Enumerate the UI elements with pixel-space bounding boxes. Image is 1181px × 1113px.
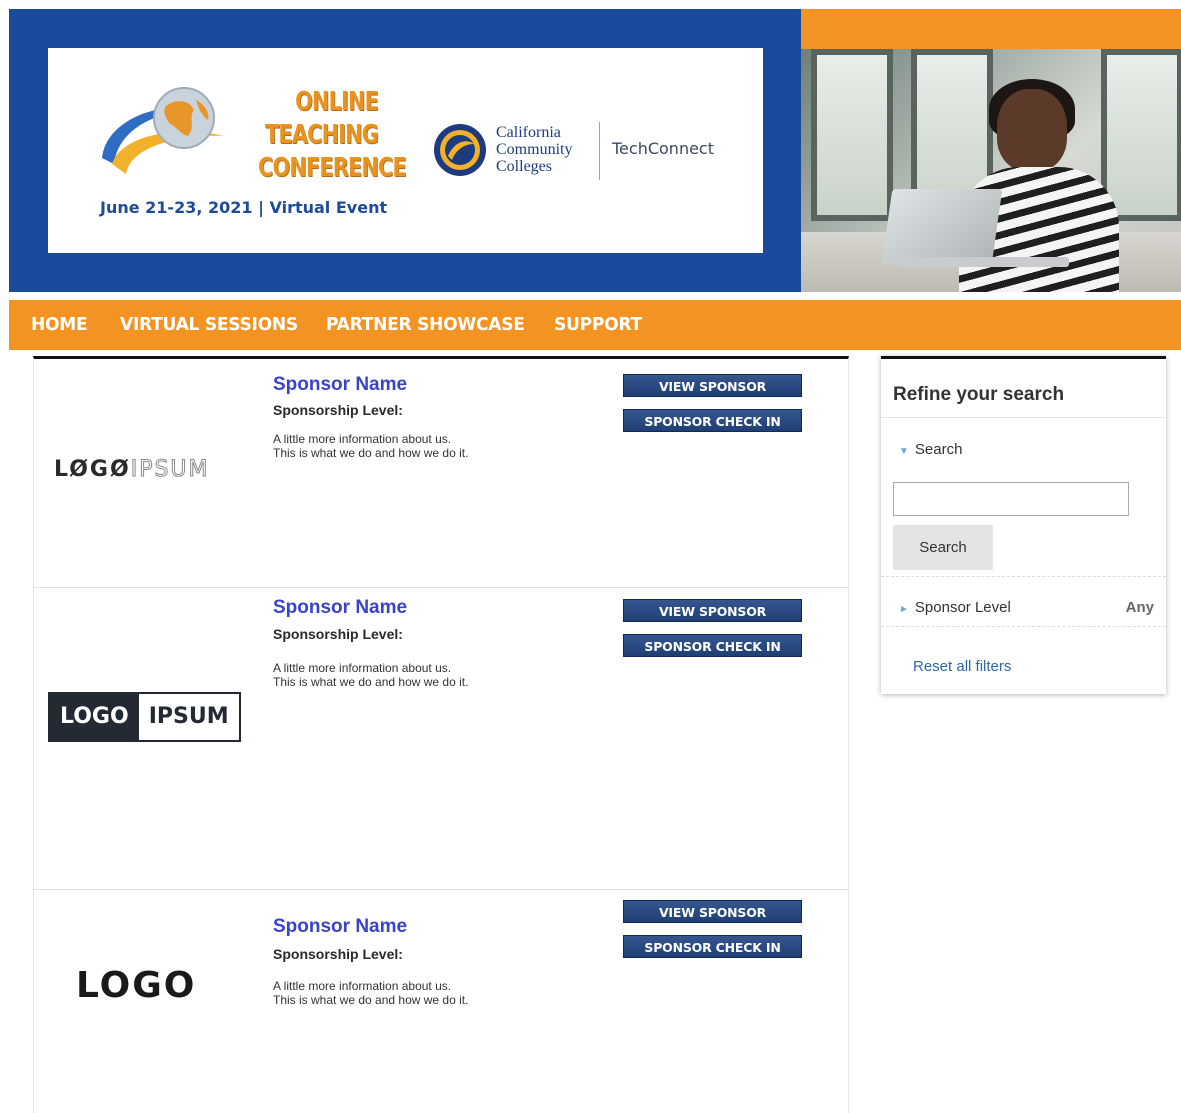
conference-title: ONLINE TEACHING CONFERENCE: [258, 86, 407, 185]
sponsor-list: LØGØIPSUM Sponsor Name Sponsorship Level…: [33, 356, 849, 1113]
sponsor-description-line-1: A little more information about us.: [273, 979, 452, 993]
techconnect-label: TechConnect: [612, 139, 714, 158]
reset-filters-link[interactable]: Reset all filters: [913, 658, 1011, 675]
sponsor-level-value: Any: [1125, 599, 1154, 616]
sponsor-card: LOGO IPSUM Sponsor Name Sponsorship Level…: [34, 587, 848, 890]
sponsor-name[interactable]: Sponsor Name: [273, 597, 407, 619]
sponsorship-level: Sponsorship Level:: [273, 402, 403, 418]
refine-title: Refine your search: [893, 384, 1065, 405]
sponsorship-level: Sponsorship Level:: [273, 626, 403, 642]
sponsor-description: A little more information about us. This…: [273, 661, 533, 689]
nav-home[interactable]: HOME: [31, 314, 88, 335]
view-sponsor-button[interactable]: VIEW SPONSOR: [623, 900, 802, 923]
sponsor-card: LOGO Sponsor Name Sponsorship Level: A l…: [34, 889, 848, 1113]
search-input[interactable]: [893, 482, 1129, 516]
sponsor-card: LØGØIPSUM Sponsor Name Sponsorship Level…: [34, 359, 848, 588]
ccc-seal-icon: [434, 124, 486, 176]
logo-divider: [599, 122, 600, 180]
sponsor-description-line-2: This is what we do and how we do it.: [273, 446, 469, 460]
ccc-name-line-1: California: [496, 124, 561, 141]
conference-title-line-2: TEACHING: [265, 120, 379, 150]
view-sponsor-button[interactable]: VIEW SPONSOR: [623, 599, 802, 622]
sponsor-check-in-button[interactable]: SPONSOR CHECK IN: [623, 634, 802, 657]
search-facet-toggle[interactable]: ▼ Search: [899, 441, 962, 458]
sponsor-description-line-2: This is what we do and how we do it.: [273, 993, 469, 1007]
triangle-right-icon: ►: [899, 604, 909, 615]
sponsor-description-line-1: A little more information about us.: [273, 661, 452, 675]
nav-support[interactable]: SUPPORT: [554, 314, 642, 335]
conference-date: June 21-23, 2021 | Virtual Event: [100, 198, 388, 217]
sponsor-logo-mark: LØGØ: [54, 457, 131, 482]
sponsor-logo: LOGO: [76, 965, 197, 1006]
sponsor-logo-mark: LOGO: [50, 694, 139, 740]
sponsor-description-line-2: This is what we do and how we do it.: [273, 675, 469, 689]
sponsor-name[interactable]: Sponsor Name: [273, 916, 407, 938]
globe-logo-icon: [102, 87, 224, 174]
sponsor-description: A little more information about us. This…: [273, 979, 533, 1007]
ccc-name-line-2: Community: [496, 141, 573, 158]
sponsor-logo-word: IPSUM: [138, 694, 239, 740]
conference-title-line-3: CONFERENCE: [258, 153, 407, 183]
divider: [881, 576, 1166, 577]
divider: [881, 417, 1166, 418]
sponsor-check-in-button[interactable]: SPONSOR CHECK IN: [623, 409, 802, 432]
refine-search-panel: Refine your search ▼ Search Search ► Spons…: [881, 356, 1166, 694]
sponsor-name[interactable]: Sponsor Name: [273, 374, 407, 396]
view-sponsor-button[interactable]: VIEW SPONSOR: [623, 374, 802, 397]
hero-photo: [801, 49, 1181, 292]
conference-logo-card: ONLINE TEACHING CONFERENCE June 21-23, 2…: [48, 48, 763, 253]
triangle-down-icon: ▼: [899, 446, 909, 457]
divider: [881, 626, 1166, 627]
sponsor-check-in-button[interactable]: SPONSOR CHECK IN: [623, 935, 802, 958]
sponsor-description: A little more information about us. This…: [273, 432, 533, 460]
sponsor-logo: LØGØIPSUM: [54, 457, 210, 483]
sponsor-level-label: Sponsor Level: [914, 599, 1011, 616]
ccc-name-line-3: Colleges: [496, 158, 552, 175]
search-button[interactable]: Search: [893, 525, 993, 570]
sponsor-level-facet-toggle[interactable]: ► Sponsor Level: [899, 599, 1011, 616]
conference-title-line-1: ONLINE: [295, 87, 379, 117]
sponsorship-level: Sponsorship Level:: [273, 946, 403, 962]
nav-partner-showcase[interactable]: PARTNER SHOWCASE: [326, 314, 525, 335]
sponsor-logo: LOGO IPSUM: [48, 692, 241, 742]
sponsor-description-line-1: A little more information about us.: [273, 432, 452, 446]
sponsor-logo-word: IPSUM: [130, 457, 210, 483]
main-nav: HOME VIRTUAL SESSIONS PARTNER SHOWCASE S…: [9, 300, 1181, 350]
ccc-name: California Community Colleges: [496, 124, 572, 175]
header-accent-bar: [801, 9, 1181, 49]
nav-virtual-sessions[interactable]: VIRTUAL SESSIONS: [120, 314, 298, 335]
search-facet-label: Search: [914, 441, 963, 458]
